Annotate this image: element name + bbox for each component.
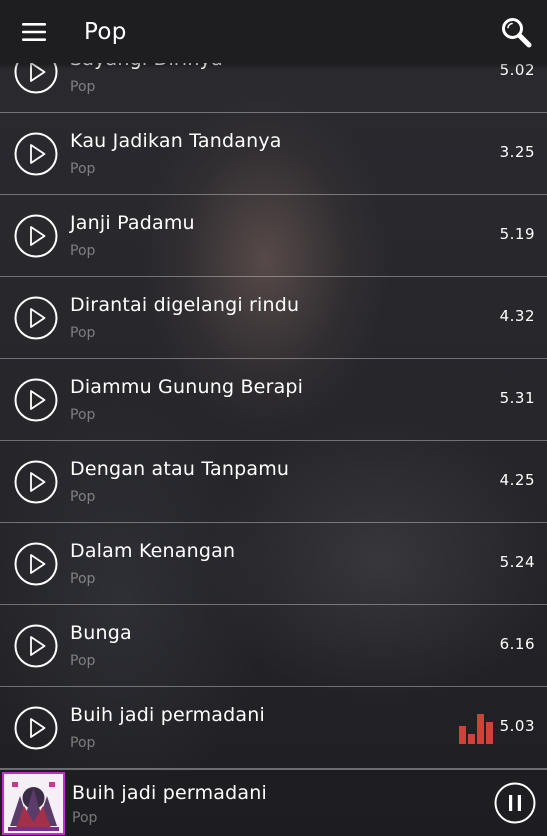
song-genre: Pop [70, 489, 96, 505]
album-art-image [4, 774, 63, 833]
song-genre: Pop [70, 79, 96, 95]
song-duration: 5.03 [499, 717, 535, 735]
equalizer-icon [459, 714, 493, 744]
hamburger-menu-icon [22, 22, 46, 41]
pause-button[interactable] [494, 782, 536, 824]
song-row[interactable]: Sayangi Dirinya Pop 5.02 [0, 63, 547, 113]
play-circle-icon[interactable] [14, 624, 58, 668]
now-playing-bar[interactable]: Buih jadi permadani Pop [0, 769, 547, 836]
song-genre: Pop [70, 325, 96, 341]
song-row[interactable]: Dengan atau Tanpamu Pop 4.25 [0, 441, 547, 523]
song-duration: 6.16 [499, 635, 535, 653]
song-duration: 5.31 [499, 389, 535, 407]
song-row[interactable]: Janji Padamu Pop 5.19 [0, 195, 547, 277]
song-duration: 3.25 [499, 143, 535, 161]
app-bar: Pop [0, 0, 547, 69]
song-genre: Pop [70, 735, 96, 751]
play-circle-icon[interactable] [14, 378, 58, 422]
search-button[interactable] [485, 0, 547, 63]
song-duration: 5.24 [499, 553, 535, 571]
play-circle-icon[interactable] [14, 460, 58, 504]
search-icon [502, 17, 532, 47]
song-title: Buih jadi permadani [70, 704, 265, 726]
song-row[interactable]: Dirantai digelangi rindu Pop 4.32 [0, 277, 547, 359]
song-row[interactable]: Dalam Kenangan Pop 5.24 [0, 523, 547, 605]
pause-icon [494, 782, 536, 824]
song-title: Dirantai digelangi rindu [70, 294, 300, 316]
album-art-thumbnail[interactable] [2, 772, 65, 835]
song-duration: 4.25 [499, 471, 535, 489]
song-title: Diammu Gunung Berapi [70, 376, 304, 398]
play-circle-icon[interactable] [14, 542, 58, 586]
now-playing-genre: Pop [72, 810, 98, 826]
song-genre: Pop [70, 243, 96, 259]
play-circle-icon[interactable] [14, 214, 58, 258]
song-title: Kau Jadikan Tandanya [70, 130, 282, 152]
song-genre: Pop [70, 407, 96, 423]
song-row[interactable]: Diammu Gunung Berapi Pop 5.31 [0, 359, 547, 441]
play-circle-icon[interactable] [14, 706, 58, 750]
song-title: Dengan atau Tanpamu [70, 458, 290, 480]
song-duration: 5.19 [499, 225, 535, 243]
song-duration: 4.32 [499, 307, 535, 325]
now-playing-title: Buih jadi permadani [72, 782, 267, 804]
menu-button[interactable] [0, 0, 68, 63]
song-title: Janji Padamu [70, 212, 195, 234]
song-row[interactable]: Kau Jadikan Tandanya Pop 3.25 [0, 113, 547, 195]
page-title: Pop [84, 18, 127, 45]
song-row[interactable]: Buih jadi permadani Pop 5.03 [0, 687, 547, 769]
song-title: Dalam Kenangan [70, 540, 236, 562]
song-list[interactable]: Sayangi Dirinya Pop 5.02 Kau Jadikan Tan… [0, 63, 547, 769]
song-genre: Pop [70, 161, 96, 177]
play-circle-icon[interactable] [14, 296, 58, 340]
song-title: Bunga [70, 622, 132, 644]
play-circle-icon[interactable] [14, 132, 58, 176]
song-genre: Pop [70, 571, 96, 587]
song-genre: Pop [70, 653, 96, 669]
song-row[interactable]: Bunga Pop 6.16 [0, 605, 547, 687]
